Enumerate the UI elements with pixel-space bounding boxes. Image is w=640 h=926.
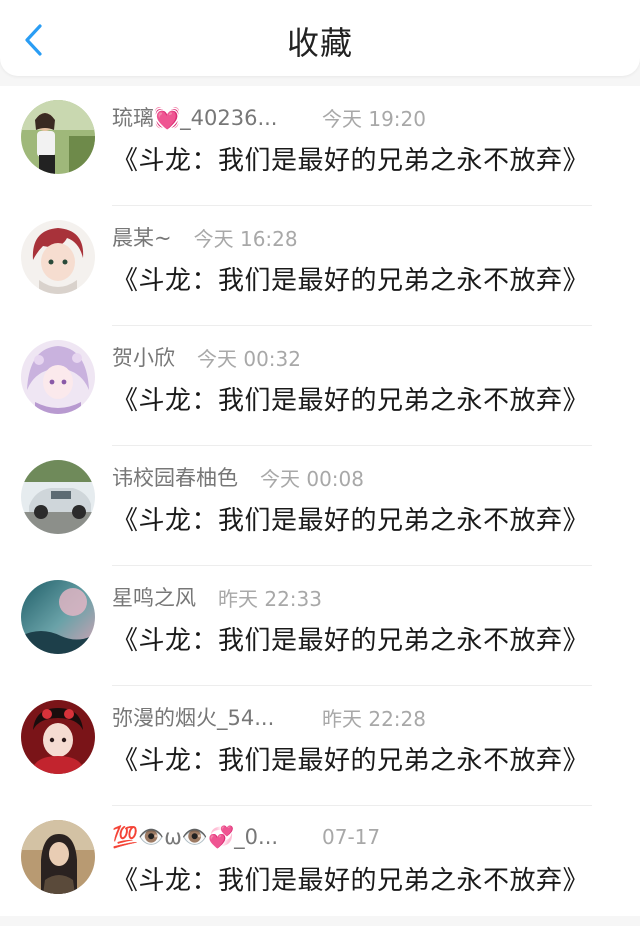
timestamp: 今天 00:32 — [197, 346, 301, 371]
avatar[interactable] — [21, 460, 95, 534]
message-text: 《斗龙：我们是最好的兄弟之永不放弃》 — [112, 626, 590, 656]
sender-name: 💯👁️ω👁️💞_0... — [112, 824, 279, 849]
avatar[interactable] — [21, 700, 95, 774]
message-text: 《斗龙：我们是最好的兄弟之永不放弃》 — [112, 746, 590, 776]
message-text: 《斗龙：我们是最好的兄弟之永不放弃》 — [112, 146, 590, 176]
sender-name: 弥漫的烟火_54... — [112, 706, 275, 730]
avatar[interactable] — [21, 580, 95, 654]
list-item[interactable]: 星鸣之风 昨天 22:33 《斗龙：我们是最好的兄弟之永不放弃》 — [0, 566, 640, 686]
message-text: 《斗龙：我们是最好的兄弟之永不放弃》 — [112, 386, 590, 416]
message-text: 《斗龙：我们是最好的兄弟之永不放弃》 — [112, 506, 590, 536]
top-bar: 收藏 — [0, 0, 640, 76]
timestamp: 今天 19:20 — [322, 106, 426, 131]
favorites-list: 琉璃💓_40236... 今天 19:20 《斗龙：我们是最好的兄弟之永不放弃》… — [0, 86, 640, 916]
page-title: 收藏 — [286, 24, 353, 62]
sender-name: 琉璃💓_40236... — [112, 106, 278, 130]
timestamp: 今天 00:08 — [260, 466, 364, 491]
timestamp: 今天 16:28 — [193, 226, 298, 251]
list-item[interactable]: 琉璃💓_40236... 今天 19:20 《斗龙：我们是最好的兄弟之永不放弃》 — [0, 86, 640, 206]
list-item[interactable]: 晨某~ 今天 16:28 《斗龙：我们是最好的兄弟之永不放弃》 — [0, 206, 640, 326]
list-item[interactable]: 贺小欣 今天 00:32 《斗龙：我们是最好的兄弟之永不放弃》 — [0, 326, 640, 446]
timestamp: 07-17 — [322, 825, 381, 849]
sender-name: 讳校园春柚色 — [112, 466, 238, 490]
timestamp: 昨天 22:28 — [322, 706, 426, 731]
timestamp: 昨天 22:33 — [218, 586, 322, 611]
message-text: 《斗龙：我们是最好的兄弟之永不放弃》 — [112, 866, 590, 896]
avatar[interactable] — [21, 220, 95, 294]
list-item[interactable]: 弥漫的烟火_54... 昨天 22:28 《斗龙：我们是最好的兄弟之永不放弃》 — [0, 686, 640, 806]
sender-name: 晨某~ — [112, 226, 172, 250]
message-text: 《斗龙：我们是最好的兄弟之永不放弃》 — [112, 266, 590, 296]
list-item[interactable]: 💯👁️ω👁️💞_0... 07-17 《斗龙：我们是最好的兄弟之永不放弃》 — [0, 806, 640, 926]
avatar[interactable] — [21, 340, 95, 414]
avatar[interactable] — [21, 100, 95, 174]
sender-name: 贺小欣 — [112, 346, 175, 370]
avatar[interactable] — [21, 820, 95, 894]
sender-name: 星鸣之风 — [112, 586, 196, 610]
list-item[interactable]: 讳校园春柚色 今天 00:08 《斗龙：我们是最好的兄弟之永不放弃》 — [0, 446, 640, 566]
